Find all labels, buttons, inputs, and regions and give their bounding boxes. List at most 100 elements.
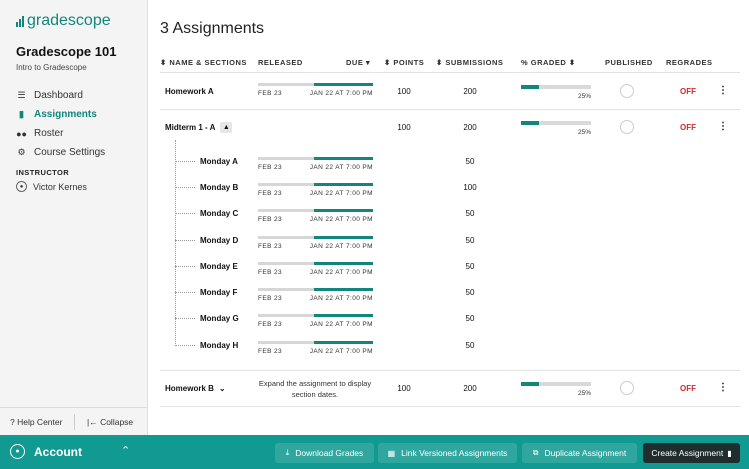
- col-header-due[interactable]: DUE ▾: [346, 58, 370, 67]
- graded-percent: 25%: [577, 390, 591, 397]
- submissions-value: 50: [465, 157, 475, 166]
- create-assignment-button[interactable]: Create Assignment ▮: [643, 443, 740, 463]
- col-header-points[interactable]: ⬍ POINTS: [384, 58, 424, 67]
- sidebar-item-label: Course Settings: [34, 147, 106, 158]
- col-header-graded[interactable]: % GRADED ⬍: [521, 58, 576, 67]
- sidebar-item-assignments[interactable]: ▮ Assignments: [16, 105, 105, 124]
- date-range-bar: [258, 83, 373, 86]
- published-toggle[interactable]: [620, 120, 634, 134]
- collapse-chevron-icon[interactable]: ▲: [220, 122, 233, 133]
- more-options-icon[interactable]: ⋮: [718, 382, 728, 393]
- col-header-submissions[interactable]: ⬍ SUBMISSIONS: [436, 58, 503, 67]
- col-header-released: RELEASED: [258, 58, 303, 67]
- submissions-value: 200: [463, 384, 477, 393]
- points-value: 100: [397, 384, 411, 393]
- sidebar-item-dashboard[interactable]: ☰ Dashboard: [16, 86, 105, 105]
- file-add-icon: ▮: [727, 448, 732, 458]
- submissions-value: 50: [465, 314, 475, 323]
- sidebar: gradescope Gradescope 101 Intro to Grade…: [0, 0, 148, 435]
- sidebar-item-label: Roster: [34, 128, 64, 139]
- graded-percent: 25%: [577, 129, 591, 136]
- more-options-icon[interactable]: ⋮: [718, 85, 728, 96]
- assignment-name[interactable]: Midterm 1 - A ▲: [165, 122, 233, 133]
- account-menu[interactable]: ● Account: [10, 444, 82, 459]
- section-name: Monday A: [200, 157, 238, 166]
- submissions-value: 50: [465, 236, 475, 245]
- date-range: FEB 23 JAN 22 AT 7:00 PM: [258, 314, 373, 328]
- regrades-status[interactable]: OFF: [680, 87, 696, 96]
- regrades-status[interactable]: OFF: [680, 384, 696, 393]
- instructor-item[interactable]: ● Victor Kernes: [16, 181, 87, 192]
- gradescope-logo[interactable]: gradescope: [16, 12, 111, 30]
- section-name: Monday C: [200, 209, 239, 218]
- expand-chevron-icon[interactable]: ⌄: [219, 384, 226, 393]
- date-range: FEB 23 JAN 22 AT 7:00 PM: [258, 341, 373, 355]
- due-date: JAN 22 AT 7:00 PM: [309, 90, 373, 97]
- more-options-icon[interactable]: ⋮: [718, 121, 728, 132]
- divider: [160, 72, 740, 73]
- sidebar-item-course-settings[interactable]: ⚙ Course Settings: [16, 143, 105, 162]
- date-range: FEB 23 JAN 22 AT 7:00 PM: [258, 209, 373, 223]
- hierarchy-icon: ▦: [387, 448, 396, 458]
- points-value: 100: [397, 123, 411, 132]
- col-header-published: PUBLISHED: [605, 58, 653, 67]
- section-name: Monday B: [200, 183, 239, 192]
- assignment-name[interactable]: Homework A: [165, 87, 214, 96]
- divider: [160, 406, 740, 407]
- section-tree-line: [175, 140, 176, 346]
- submissions-value: 200: [463, 87, 477, 96]
- chevron-up-icon[interactable]: ⌃: [121, 444, 130, 457]
- date-range: FEB 23 JAN 22 AT 7:00 PM: [258, 236, 373, 250]
- section-name: Monday H: [200, 341, 239, 350]
- graded-progress-fill: [521, 85, 539, 89]
- instructor-heading: INSTRUCTOR: [16, 168, 70, 177]
- gear-icon: ⚙: [17, 147, 26, 157]
- download-icon: ⤓: [285, 448, 290, 457]
- date-range: FEB 23 JAN 22 AT 7:00 PM: [258, 262, 373, 276]
- link-versioned-assignments-button[interactable]: ▦ Link Versioned Assignments: [378, 443, 517, 463]
- submissions-value: 50: [465, 341, 475, 350]
- submissions-value: 200: [463, 123, 477, 132]
- points-value: 100: [397, 87, 411, 96]
- help-center-link[interactable]: ? Help Center: [0, 417, 74, 427]
- col-header-regrades: REGRADES: [666, 58, 713, 67]
- submissions-value: 50: [465, 209, 475, 218]
- section-name: Monday D: [200, 236, 239, 245]
- expand-note: Expand the assignment to display section…: [258, 379, 372, 399]
- sidebar-nav: ☰ Dashboard ▮ Assignments ●● Roster ⚙ Co…: [16, 86, 105, 162]
- section-name: Monday F: [200, 288, 238, 297]
- sidebar-item-label: Dashboard: [34, 90, 83, 101]
- sidebar-footer: ? Help Center |← Collapse: [0, 407, 148, 435]
- assignment-name-label: Homework B: [165, 384, 214, 393]
- roster-icon: ●●: [16, 128, 27, 139]
- duplicate-assignment-button[interactable]: ⧉ Duplicate Assignment: [522, 443, 637, 463]
- submissions-value: 100: [463, 183, 477, 192]
- date-range: FEB 23 JAN 22 AT 7:00 PM: [258, 157, 373, 171]
- date-range: FEB 23 JAN 22 AT 7:00 PM: [258, 183, 373, 197]
- graded-progress-fill: [521, 382, 539, 386]
- published-toggle[interactable]: [620, 381, 634, 395]
- section-name: Monday G: [200, 314, 239, 323]
- assignment-name[interactable]: Homework B ⌄: [165, 384, 226, 393]
- assignment-name-label: Midterm 1 - A: [165, 123, 216, 132]
- graded-progress: 25%: [521, 85, 591, 100]
- graded-progress: 25%: [521, 382, 591, 397]
- page-title: 3 Assignments: [160, 20, 265, 37]
- sidebar-item-roster[interactable]: ●● Roster: [16, 124, 105, 143]
- logo-text: gradescope: [27, 12, 111, 29]
- dashboard-icon: ☰: [17, 90, 26, 100]
- divider: [160, 370, 740, 371]
- date-range: FEB 23 JAN 22 AT 7:00 PM: [258, 83, 373, 97]
- sidebar-item-label: Assignments: [34, 109, 97, 120]
- col-header-name[interactable]: ⬍ NAME & SECTIONS: [160, 58, 247, 67]
- submissions-value: 50: [465, 288, 475, 297]
- collapse-button[interactable]: |← Collapse: [75, 417, 133, 427]
- download-grades-button[interactable]: ⤓ Download Grades: [275, 443, 374, 463]
- submissions-value: 50: [465, 262, 475, 271]
- course-subtitle: Intro to Gradescope: [16, 63, 87, 72]
- regrades-status[interactable]: OFF: [680, 123, 696, 132]
- course-name: Gradescope 101: [16, 44, 117, 59]
- graded-progress: 25%: [521, 121, 591, 136]
- published-toggle[interactable]: [620, 84, 634, 98]
- copy-icon: ⧉: [532, 448, 539, 457]
